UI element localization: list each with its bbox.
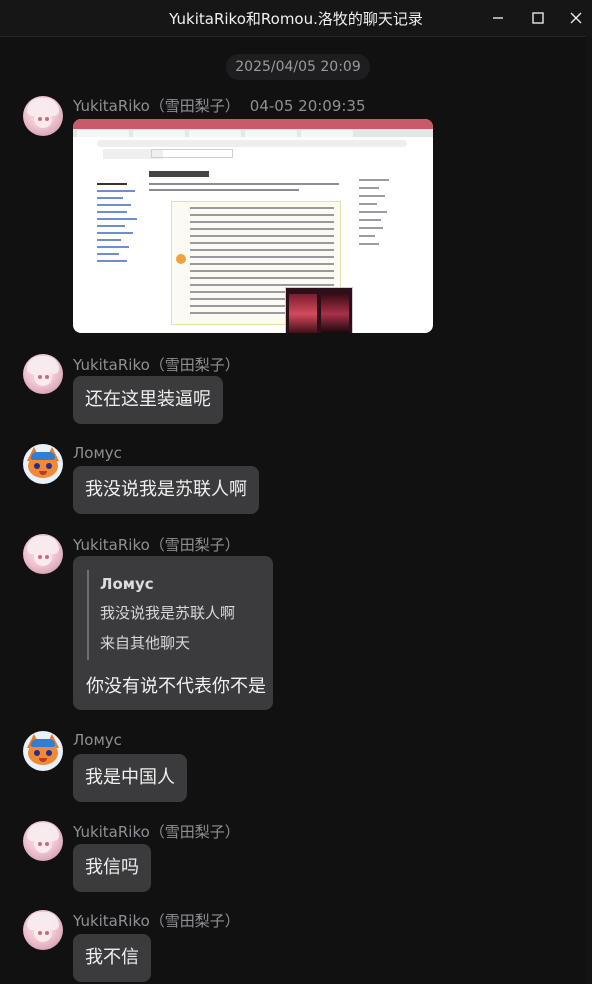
image-message[interactable]: [73, 119, 433, 333]
reply-text: 你没有说不代表你不是: [86, 676, 266, 697]
minimize-button[interactable]: [478, 0, 518, 36]
yukita-avatar[interactable]: [23, 96, 63, 136]
message-bubble[interactable]: 我不信: [73, 934, 151, 982]
message-sender: YukitaRiko（雪田梨子） 04-05 20:09:35: [73, 95, 366, 116]
message-sender: YukitaRiko（雪田梨子）: [73, 536, 240, 554]
quoted-text: 我没说我是苏联人啊: [100, 604, 236, 622]
quoted-sender: Ломус: [100, 575, 154, 593]
message-bubble[interactable]: 我信吗: [73, 844, 151, 892]
close-button[interactable]: [556, 0, 592, 36]
yukita-avatar[interactable]: [23, 354, 63, 394]
date-divider: 2025/04/05 20:09: [226, 54, 370, 80]
message-bubble[interactable]: 我是中国人: [73, 754, 187, 802]
title-bar: YukitaRiko和Romou.洛牧的聊天记录: [0, 0, 592, 37]
message-sender: YukitaRiko（雪田梨子）: [73, 356, 240, 374]
yukita-avatar[interactable]: [23, 534, 63, 574]
message-bubble[interactable]: 还在这里装逼呢: [73, 376, 223, 424]
minimize-icon: [493, 17, 503, 19]
scrollbar[interactable]: [586, 36, 592, 984]
quote-bar: [87, 570, 89, 660]
quoted-source: 来自其他聊天: [100, 634, 191, 652]
yukita-avatar[interactable]: [23, 910, 63, 950]
sender-name: YukitaRiko（雪田梨子）: [73, 97, 240, 115]
message-sender: Ломус: [73, 731, 122, 749]
maximize-button[interactable]: [518, 0, 558, 36]
maximize-icon: [532, 12, 544, 24]
message-sender: YukitaRiko（雪田梨子）: [73, 912, 240, 930]
yukita-avatar[interactable]: [23, 821, 63, 861]
quote-reply-bubble[interactable]: Ломус 我没说我是苏联人啊 来自其他聊天 你没有说不代表你不是: [73, 556, 273, 710]
lomus-avatar[interactable]: [23, 731, 63, 771]
message-sender: Ломус: [73, 444, 122, 462]
message-bubble[interactable]: 我没说我是苏联人啊: [73, 466, 259, 514]
lomus-avatar[interactable]: [23, 444, 63, 484]
message-time: 04-05 20:09:35: [249, 97, 366, 115]
message-sender: YukitaRiko（雪田梨子）: [73, 823, 240, 841]
close-icon: [570, 12, 582, 24]
